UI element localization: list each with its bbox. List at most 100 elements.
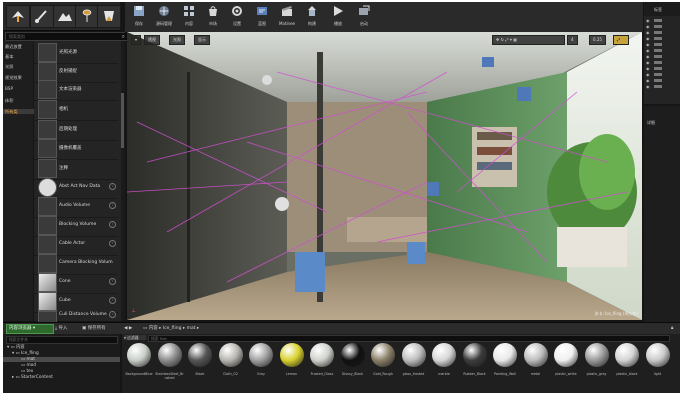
asset-tile[interactable]: marble — [431, 342, 457, 386]
category-basic[interactable]: 基本 — [5, 54, 13, 59]
outliner-row[interactable]: ◉ — [645, 60, 679, 65]
outliner-row[interactable]: ◉ — [645, 84, 679, 89]
asset-tile[interactable]: Glossy_Black — [340, 342, 366, 386]
info-icon[interactable]: i — [109, 297, 116, 304]
breadcrumb-item[interactable]: 内容 — [149, 326, 158, 331]
outliner-row[interactable]: ◉ — [645, 66, 679, 71]
category-recent[interactable]: 最近放置 — [5, 44, 22, 49]
show-button[interactable]: 显示 — [194, 35, 210, 45]
breadcrumb-item[interactable]: Ice_fling — [163, 326, 182, 331]
outliner-row[interactable]: ◉ — [645, 72, 679, 77]
tree-item-starter-content[interactable]: ▸ ▭ StarterContent — [12, 375, 53, 380]
import-button[interactable]: ⤓ 导入 — [55, 326, 67, 331]
eye-icon[interactable]: ◉ — [646, 78, 650, 83]
asset-tile[interactable]: light — [645, 342, 671, 386]
asset-tile[interactable]: BackgroundBlue — [126, 342, 152, 386]
transform-tools[interactable]: ✥ ↻ ⤢ ⌖ ▦ — [492, 35, 565, 45]
eye-icon[interactable]: ◉ — [646, 60, 650, 65]
outliner-row[interactable]: ◉ — [645, 78, 679, 83]
tree-item-mat[interactable]: ▭ mat — [3, 357, 120, 362]
viewport-options-button[interactable]: ▾ — [131, 35, 142, 45]
outliner-row[interactable]: ◉ — [645, 24, 679, 29]
places-search-input[interactable]: 搜索类别 ⌕ — [5, 32, 128, 41]
paint-mode-tab[interactable] — [30, 5, 54, 28]
asset-tile[interactable]: plastic_white — [553, 342, 579, 386]
foliage-mode-tab[interactable] — [75, 5, 99, 28]
breadcrumb-item[interactable]: mat — [187, 326, 196, 331]
eye-icon[interactable]: ◉ — [646, 54, 650, 59]
info-icon[interactable]: i — [109, 278, 116, 285]
lit-button[interactable]: 光照 — [169, 35, 185, 45]
camera-speed-button[interactable]: 0.25 — [589, 35, 606, 45]
blueprints-button[interactable]: 蓝图 — [251, 4, 273, 31]
geometry-mode-tab[interactable] — [97, 5, 121, 28]
asset-tile[interactable]: metal — [523, 342, 549, 386]
launch-button[interactable]: 启动 — [353, 4, 375, 31]
eye-icon[interactable]: ◉ — [646, 24, 650, 29]
outliner-row[interactable]: ◉ — [645, 42, 679, 47]
tree-item-mod[interactable]: ▭ mod — [21, 363, 36, 368]
eye-icon[interactable]: ◉ — [646, 48, 650, 53]
eye-icon[interactable]: ◉ — [646, 18, 650, 23]
lock-icon[interactable]: 🔒︎ — [671, 326, 673, 331]
eye-icon[interactable]: ◉ — [646, 30, 650, 35]
info-icon[interactable]: i — [109, 311, 116, 318]
perspective-button[interactable]: 透视 — [144, 35, 160, 45]
tree-item-ice-fling[interactable]: ▾ ▭ Ice_fling — [12, 351, 39, 356]
tree-item-tex[interactable]: ▭ tex — [21, 369, 33, 374]
asset-tile[interactable]: Cloth_O2 — [218, 342, 244, 386]
matinee-button[interactable]: Matinee — [276, 4, 298, 31]
grid-snap-value[interactable]: 4 — [567, 35, 578, 45]
nav-back-forward[interactable]: ◀ ▶ — [124, 326, 132, 331]
place-mode-tab[interactable] — [6, 5, 30, 28]
outliner-row[interactable]: ◉ — [645, 48, 679, 53]
info-icon[interactable]: i — [109, 240, 116, 247]
build-button[interactable]: 构建 — [301, 4, 323, 31]
filters-button[interactable]: ▾ 过滤器 — [124, 335, 146, 340]
asset-tile[interactable]: Lemon — [279, 342, 305, 386]
eye-icon[interactable]: ◉ — [646, 72, 650, 77]
outliner-row[interactable]: ◉ — [645, 30, 679, 35]
asset-tile[interactable]: Frosted_Glass — [309, 342, 335, 386]
settings-button[interactable]: 设置 — [226, 4, 248, 31]
landscape-mode-tab[interactable] — [53, 5, 77, 28]
source-control-button[interactable]: 源码管理 — [153, 4, 175, 31]
place-item-cull-distance-volume[interactable]: Cull Distance Volume i — [34, 309, 118, 323]
asset-tile[interactable]: Black — [187, 342, 213, 386]
asset-tile[interactable]: Gray — [248, 342, 274, 386]
info-icon[interactable]: i — [109, 202, 116, 209]
eye-icon[interactable]: ◉ — [646, 66, 650, 71]
folder-search-input[interactable]: 搜索文件夹 — [6, 336, 118, 344]
save-all-button[interactable]: ▣ 保存所有 — [82, 326, 106, 331]
category-volumes[interactable]: 体积 — [5, 98, 13, 103]
info-icon[interactable]: i — [109, 183, 116, 190]
eye-icon[interactable]: ◉ — [646, 42, 650, 47]
asset-tile[interactable]: Painting_Wall — [492, 342, 518, 386]
scrollbar-thumb[interactable] — [121, 93, 124, 148]
play-button[interactable]: 播放 — [327, 4, 349, 31]
save-button[interactable]: 保存 — [128, 4, 150, 31]
asset-tile[interactable]: plastic_black — [614, 342, 640, 386]
category-bsp[interactable]: BSP — [5, 86, 13, 91]
places-scrollbar[interactable] — [121, 41, 125, 321]
outliner-row[interactable]: ◉ — [645, 54, 679, 59]
outliner-row[interactable]: ◉ — [645, 18, 679, 23]
eye-icon[interactable]: ◉ — [646, 84, 650, 89]
add-new-button[interactable]: 内容浏览器 ▾ — [6, 324, 54, 334]
asset-tile[interactable]: glass_frosted — [401, 342, 427, 386]
asset-tile[interactable]: Rubber_Black — [462, 342, 488, 386]
content-button[interactable]: 内容 — [178, 4, 200, 31]
eye-icon[interactable]: ◉ — [646, 36, 650, 41]
marketplace-button[interactable]: 市场 — [202, 4, 224, 31]
asset-tile[interactable]: plastic_gray — [584, 342, 610, 386]
maximize-viewport-button[interactable]: ⤢ — [613, 35, 629, 45]
asset-tile[interactable]: Gold_Rough — [370, 342, 396, 386]
asset-search-input[interactable]: 搜索 Mat — [148, 335, 670, 342]
category-lights[interactable]: 光照 — [5, 64, 13, 69]
outliner-row[interactable]: ◉ — [645, 36, 679, 41]
asset-tile[interactable]: StainlessSteel_Brushed — [155, 342, 184, 386]
details-tab-label[interactable]: 详细 — [647, 120, 655, 125]
level-viewport[interactable]: ▾ 透视 光照 显示 ✥ ↻ ⤢ ⌖ ▦ 4 0.25 ⤢ 关卡: Ice_fl… — [127, 32, 642, 320]
tree-item-content[interactable]: ▾ ▭ 内容 — [7, 345, 25, 350]
info-icon[interactable]: i — [109, 221, 116, 228]
